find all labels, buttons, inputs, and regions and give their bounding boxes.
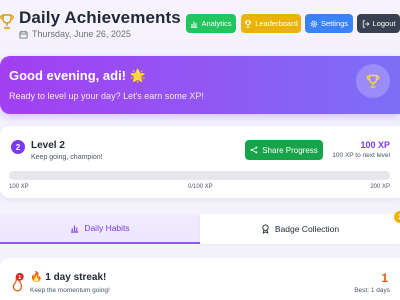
settings-label: Settings <box>320 19 349 28</box>
date-row: Thursday, June 26, 2025 <box>19 29 131 39</box>
logout-button[interactable]: Logout <box>357 14 400 33</box>
welcome-subtitle: Ready to level up your day? Let's earn s… <box>9 91 204 101</box>
tab-badge-collection-label: Badge Collection <box>274 224 340 234</box>
trophy-icon <box>244 19 252 28</box>
trophy-icon <box>0 14 14 29</box>
level-badge-number: 2 <box>16 143 21 152</box>
progress-current-label: 0/100 XP <box>188 184 213 190</box>
welcome-banner: Good evening, adi! 🌟 Ready to level up y… <box>0 56 400 114</box>
tab-badge-collection[interactable]: Badge Collection <box>200 214 400 244</box>
leaderboard-label: Leaderboard <box>255 19 298 28</box>
xp-progress-bar <box>9 171 390 180</box>
calendar-icon <box>19 30 28 39</box>
tab-daily-habits[interactable]: Daily Habits <box>0 214 200 244</box>
award-icon <box>262 224 269 234</box>
trophy-icon <box>356 64 390 98</box>
streak-best: Best: 1 days <box>354 287 390 294</box>
analytics-button[interactable]: Analytics <box>186 14 236 33</box>
streak-count: 1 <box>381 271 388 285</box>
progress-min-label: 100 XP <box>9 184 29 190</box>
logout-label: Logout <box>372 19 396 28</box>
progress-max-label: 200 XP <box>370 184 390 190</box>
settings-button[interactable]: Settings <box>305 14 353 33</box>
level-card: 2 Level 2 Keep going, champion! Share Pr… <box>0 126 400 198</box>
streak-subtitle: Keep the momentum going! <box>30 287 110 294</box>
xp-total: 100 XP <box>360 140 390 150</box>
streak-badge-number: 1 <box>18 275 21 281</box>
analytics-label: Analytics <box>201 19 232 28</box>
welcome-greeting: Good evening, adi! 🌟 <box>9 68 146 83</box>
share-progress-button[interactable]: Share Progress <box>245 140 323 160</box>
badge-count-indicator: 1 <box>394 211 400 223</box>
streak-card: 1 🔥 1 day streak! Keep the momentum goin… <box>0 258 400 300</box>
logout-icon <box>362 19 369 28</box>
share-icon <box>250 146 258 154</box>
xp-to-next-level: 100 XP to next level <box>332 152 390 159</box>
leaderboard-button[interactable]: Leaderboard <box>241 14 301 33</box>
level-subtitle: Keep going, champion! <box>31 154 103 161</box>
gear-icon <box>310 20 318 27</box>
bar-chart-icon <box>71 225 79 233</box>
share-progress-label: Share Progress <box>262 145 318 155</box>
tab-bar: Daily Habits Badge Collection 1 <box>0 211 400 244</box>
bar-chart-icon <box>191 21 198 28</box>
level-title: Level 2 <box>31 140 65 151</box>
header: Daily Achievements Thursday, June 26, 20… <box>0 0 400 52</box>
streak-flame-icon: 1 <box>12 272 24 292</box>
level-badge-icon: 2 <box>11 140 25 154</box>
current-date: Thursday, June 26, 2025 <box>32 29 131 39</box>
streak-title: 🔥 1 day streak! <box>30 272 107 283</box>
page-title: Daily Achievements <box>19 8 181 27</box>
tab-daily-habits-label: Daily Habits <box>84 223 130 233</box>
